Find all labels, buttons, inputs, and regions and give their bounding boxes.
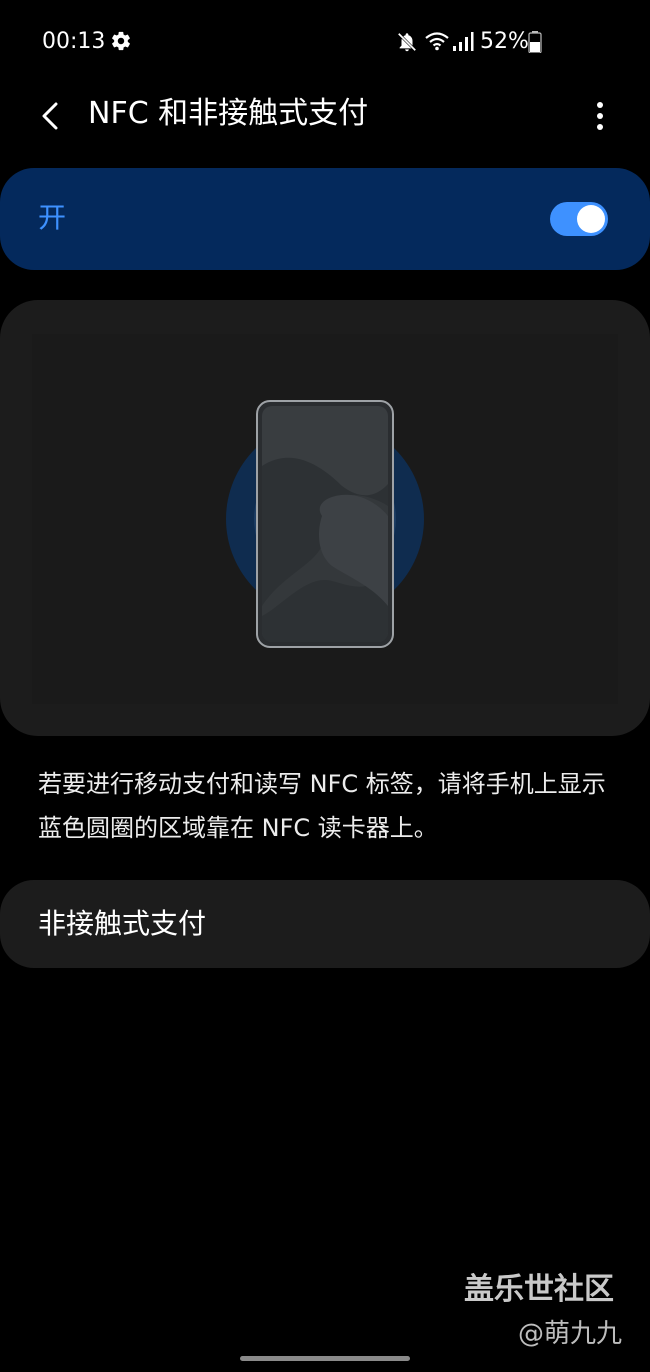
gesture-navigation-bar[interactable] bbox=[240, 1356, 410, 1361]
signal-icon bbox=[453, 32, 474, 51]
watermark-user: @萌九九 bbox=[518, 1319, 623, 1349]
app-bar: NFC 和非接触式支付 bbox=[0, 84, 650, 148]
back-button[interactable] bbox=[26, 92, 74, 140]
wifi-icon bbox=[425, 32, 449, 51]
battery-icon bbox=[528, 31, 542, 53]
more-options-button[interactable] bbox=[576, 92, 624, 140]
contactless-payment-item[interactable]: 非接触式支付 bbox=[0, 880, 650, 968]
mute-icon bbox=[397, 32, 417, 52]
phone-illustration bbox=[256, 400, 394, 648]
nfc-description: 若要进行移动支付和读写 NFC 标签，请将手机上显示蓝色圆圈的区域靠在 NFC … bbox=[38, 770, 606, 842]
status-time: 00:13 bbox=[42, 29, 106, 54]
nfc-toggle[interactable] bbox=[550, 202, 608, 236]
toggle-knob bbox=[577, 205, 605, 233]
battery-percent: 52% bbox=[480, 29, 529, 54]
master-switch-label: 开 bbox=[38, 201, 67, 234]
more-vert-icon bbox=[597, 102, 603, 130]
watermark-brand: 盖乐世社区 bbox=[464, 1272, 614, 1307]
status-bar: 00:13 52% bbox=[0, 0, 650, 84]
page-title: NFC 和非接触式支付 bbox=[88, 96, 369, 131]
settings-gear-icon bbox=[112, 31, 130, 51]
chevron-left-icon bbox=[42, 102, 58, 130]
contactless-payment-label: 非接触式支付 bbox=[38, 907, 207, 940]
wallpaper-wave-graphic bbox=[262, 457, 388, 642]
phone-screen bbox=[262, 406, 388, 642]
